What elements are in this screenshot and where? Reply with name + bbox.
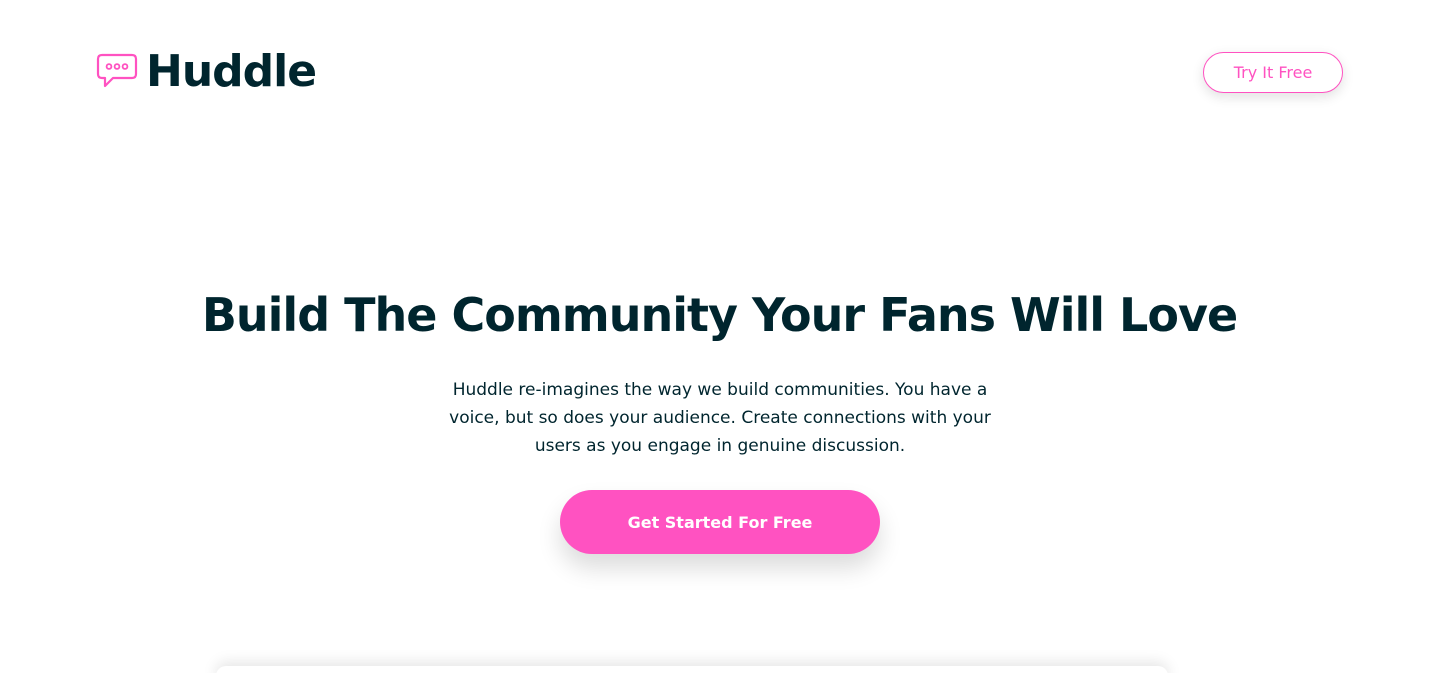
logo-text: Huddle <box>146 46 317 97</box>
get-started-button[interactable]: Get Started For Free <box>560 490 880 554</box>
page: Huddle Try It Free Build The Community Y… <box>0 0 1439 673</box>
hero-title: Build The Community Your Fans Will Love <box>201 288 1238 342</box>
chat-bubble-icon <box>96 53 138 88</box>
app-mockup-image <box>216 666 1168 673</box>
hero-description: Huddle re-imagines the way we build comm… <box>449 380 991 456</box>
try-it-free-button[interactable]: Try It Free <box>1203 52 1343 93</box>
logo[interactable]: Huddle <box>96 46 317 97</box>
